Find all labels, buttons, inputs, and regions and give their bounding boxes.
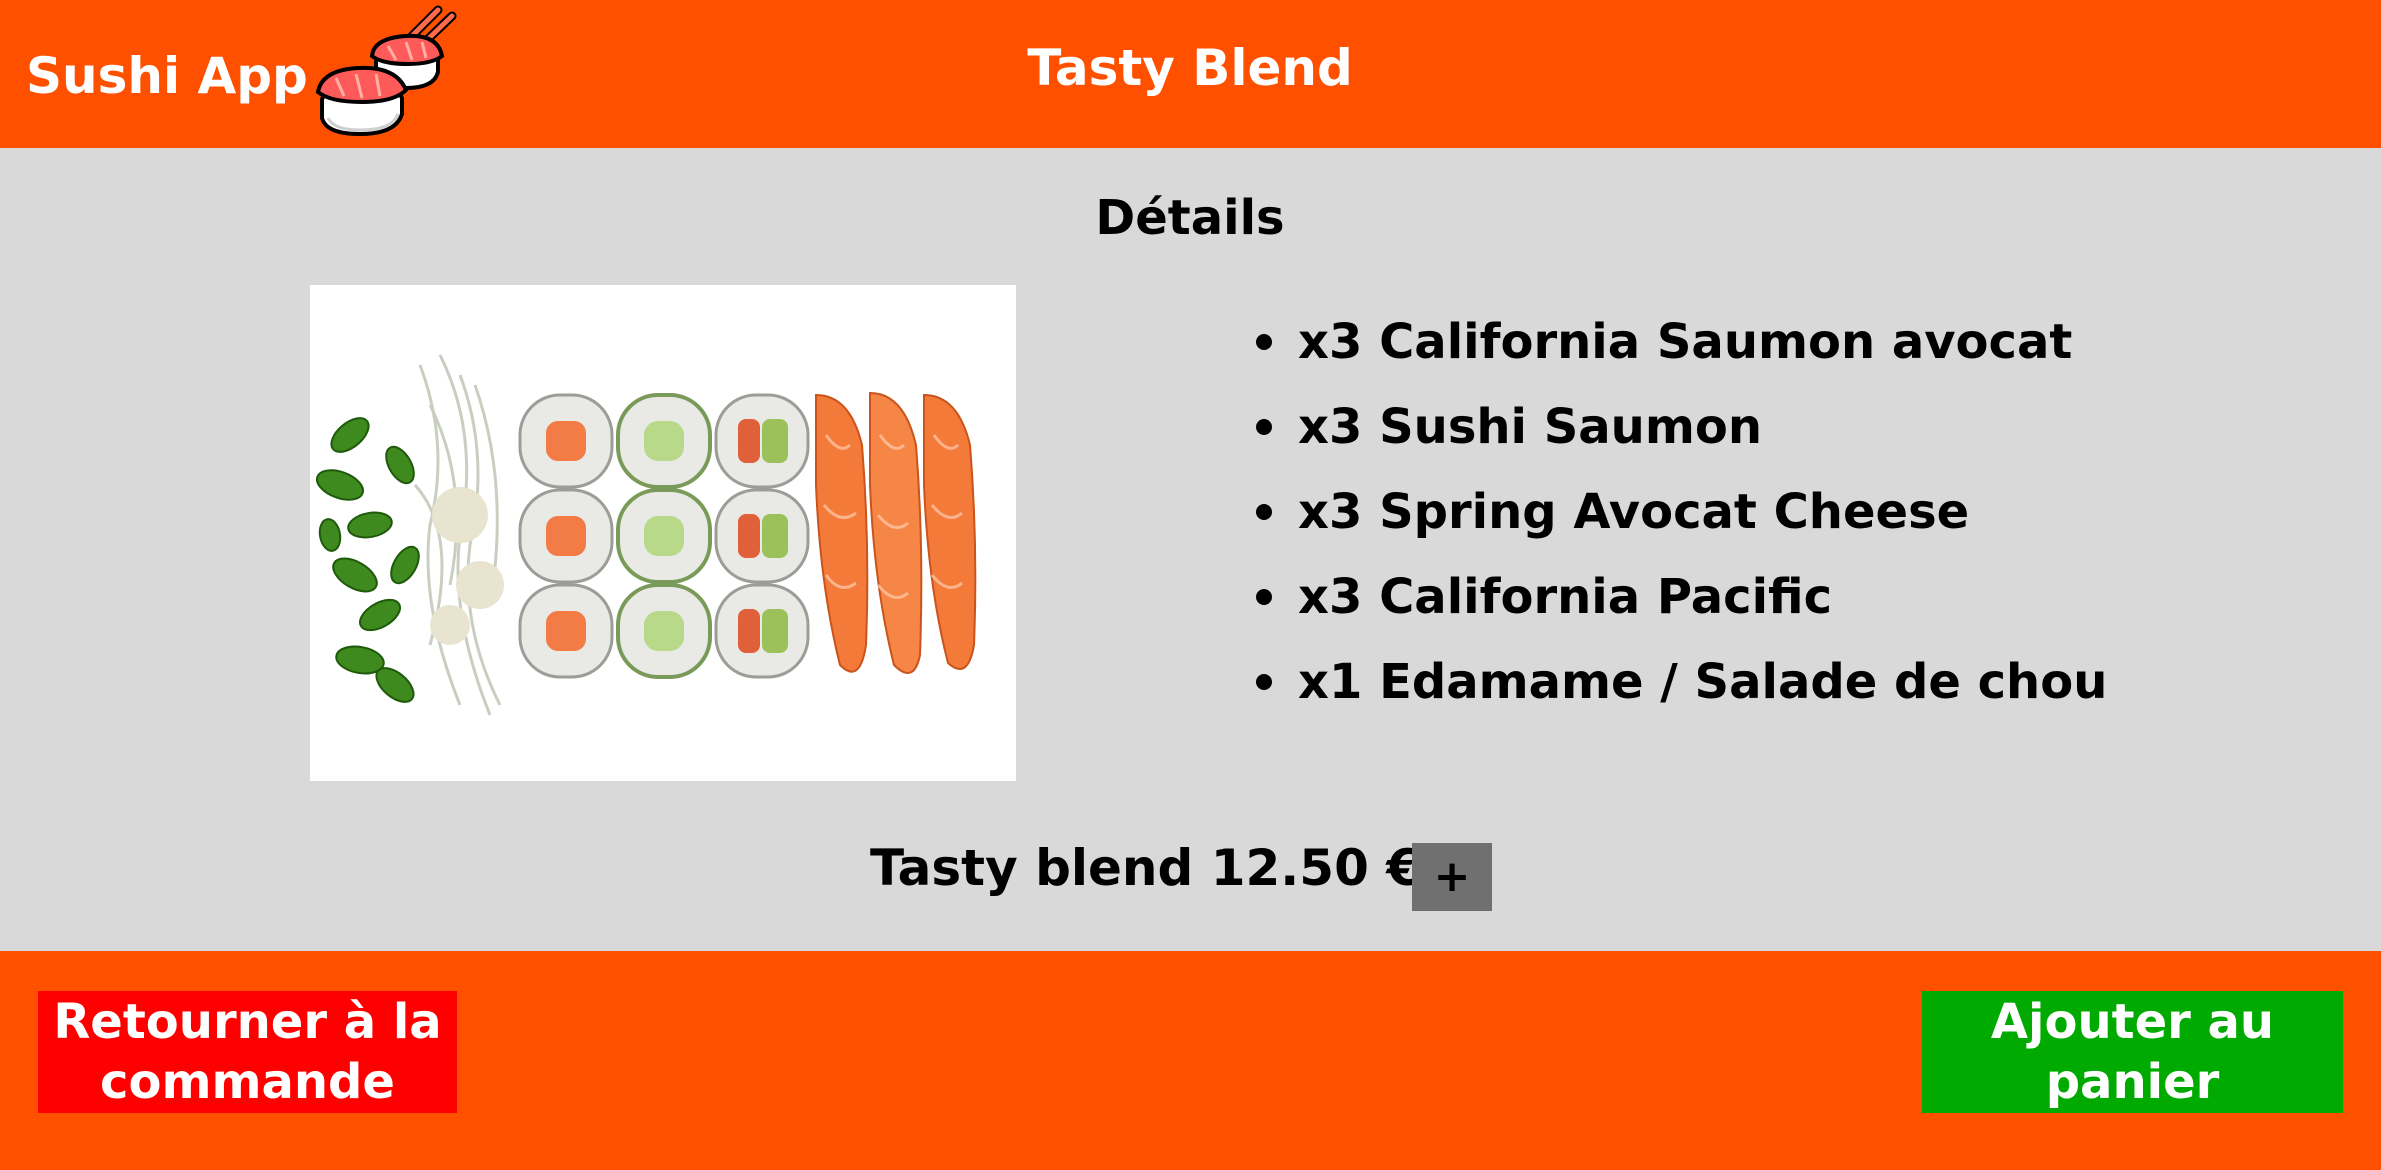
list-item: x3 California Saumon avocat (1250, 300, 2107, 385)
list-item: x1 Edamame / Salade de chou (1250, 640, 2107, 725)
bullet-icon (1256, 589, 1272, 605)
bullet-icon (1256, 504, 1272, 520)
bullet-icon (1256, 674, 1272, 690)
sushi-chopsticks-icon (314, 2, 460, 148)
app-title: Sushi App (26, 47, 308, 105)
page-title: Tasty Blend (1027, 39, 1353, 97)
details-panel: Détails x3 California Saumon avocat x3 S… (0, 148, 2381, 951)
footer-bar: Retourner à la commande Ajouter au panie… (0, 951, 2381, 1170)
details-heading: Détails (1095, 190, 1285, 246)
add-quantity-button[interactable]: + (1412, 843, 1492, 911)
add-to-cart-button[interactable]: Ajouter au panier (1922, 991, 2343, 1113)
back-to-order-button[interactable]: Retourner à la commande (38, 991, 457, 1113)
bullet-icon (1256, 419, 1272, 435)
list-item: x3 Sushi Saumon (1250, 385, 2107, 470)
sushi-platter-image (310, 285, 1016, 781)
price-label: Tasty blend 12.50 € (870, 839, 1422, 897)
items-list: x3 California Saumon avocat x3 Sushi Sau… (1250, 300, 2107, 725)
list-item: x3 California Pacific (1250, 555, 2107, 640)
app-header: Sushi App Tasty Blend (0, 0, 2381, 148)
bullet-icon (1256, 334, 1272, 350)
list-item: x3 Spring Avocat Cheese (1250, 470, 2107, 555)
